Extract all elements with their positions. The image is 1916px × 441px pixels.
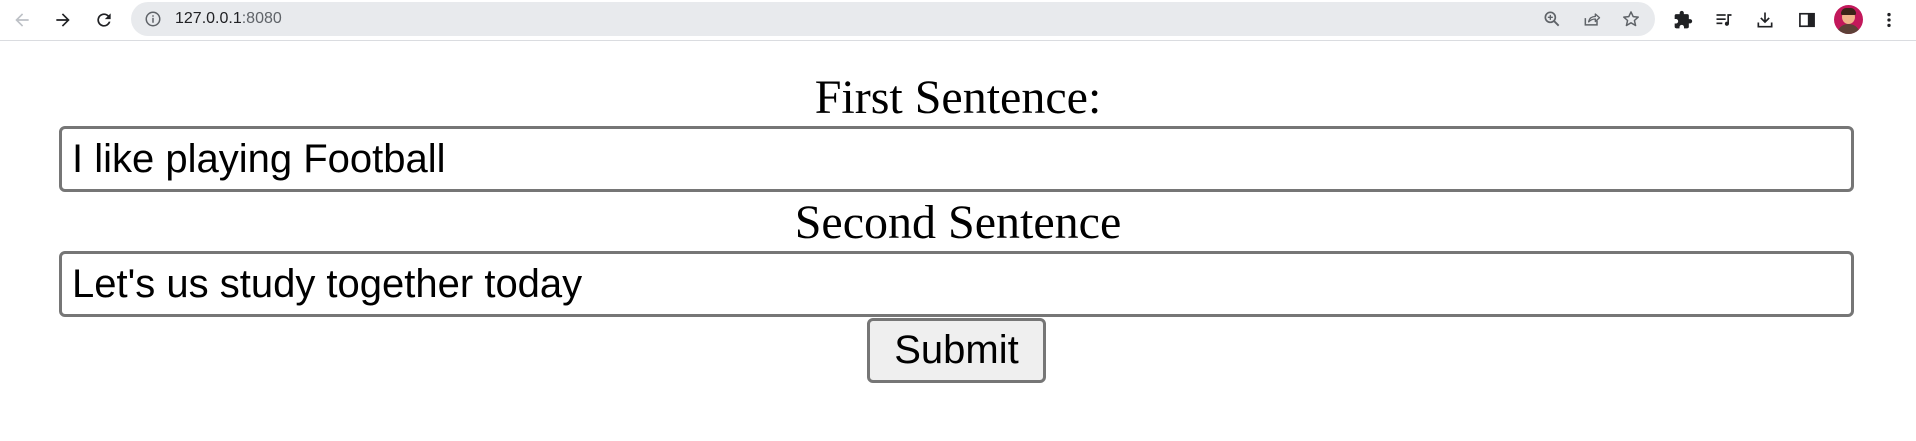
reload-icon[interactable]	[89, 5, 119, 35]
zoom-icon[interactable]	[1540, 7, 1564, 31]
second-sentence-label: Second Sentence	[794, 196, 1122, 249]
download-icon[interactable]	[1750, 5, 1780, 35]
url-host: 127.0.0.1	[175, 10, 242, 27]
avatar[interactable]	[1834, 5, 1863, 34]
back-icon[interactable]	[7, 5, 37, 35]
url-text[interactable]: 127.0.0.1:8080	[175, 10, 282, 28]
first-sentence-input[interactable]	[59, 126, 1854, 192]
share-icon[interactable]	[1580, 7, 1604, 31]
submit-button[interactable]: Submit	[867, 318, 1046, 383]
extensions-icon[interactable]	[1668, 5, 1698, 35]
media-icon[interactable]	[1709, 5, 1739, 35]
forward-icon[interactable]	[48, 5, 78, 35]
browser-toolbar: 127.0.0.1:8080	[0, 0, 1916, 41]
side-panel-icon[interactable]	[1792, 5, 1822, 35]
url-port: :8080	[241, 10, 282, 27]
address-bar[interactable]: 127.0.0.1:8080	[131, 2, 1655, 36]
second-sentence-input[interactable]	[59, 251, 1854, 317]
star-icon[interactable]	[1619, 7, 1643, 31]
menu-icon[interactable]	[1874, 5, 1904, 35]
first-sentence-label: First Sentence:	[814, 71, 1102, 124]
info-icon[interactable]	[143, 9, 163, 29]
